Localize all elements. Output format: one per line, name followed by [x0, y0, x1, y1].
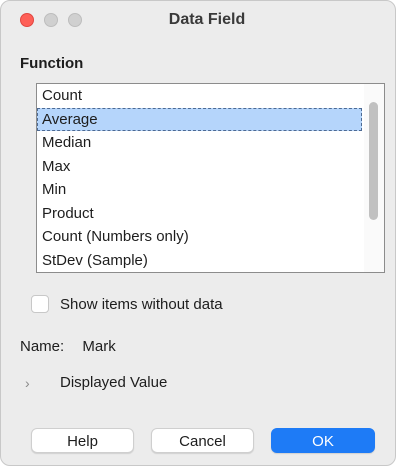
function-option-min[interactable]: Min — [37, 178, 362, 202]
displayed-value-label[interactable]: Displayed Value — [60, 374, 167, 391]
data-field-dialog: Data Field Function Count Average Median… — [0, 0, 396, 466]
function-listbox[interactable]: Count Average Median Max Min Product Cou… — [36, 83, 385, 273]
name-value: Mark — [82, 338, 116, 355]
title-bar: Data Field — [1, 1, 395, 41]
show-items-without-data-row[interactable]: Show items without data — [31, 292, 223, 316]
displayed-value-expander[interactable]: › Displayed Value — [25, 374, 167, 391]
name-row: Name: Mark — [20, 338, 116, 355]
name-label: Name: — [20, 338, 65, 355]
listbox-scrollbar[interactable] — [364, 84, 384, 272]
function-option-count-numbers-only[interactable]: Count (Numbers only) — [37, 225, 362, 249]
function-option-stdev-sample[interactable]: StDev (Sample) — [37, 249, 362, 273]
show-items-without-data-checkbox[interactable] — [31, 295, 49, 313]
function-option-product[interactable]: Product — [37, 202, 362, 226]
function-option-median[interactable]: Median — [37, 131, 362, 155]
function-option-average[interactable]: Average — [37, 107, 362, 131]
help-button[interactable]: Help — [31, 428, 134, 453]
function-section-label: Function — [20, 55, 84, 72]
chevron-right-icon[interactable]: › — [25, 375, 47, 391]
show-items-without-data-label: Show items without data — [60, 295, 223, 313]
ok-button[interactable]: OK — [271, 428, 375, 453]
cancel-button[interactable]: Cancel — [151, 428, 254, 453]
function-option-count[interactable]: Count — [37, 84, 362, 108]
scrollbar-thumb[interactable] — [369, 102, 378, 220]
function-option-max[interactable]: Max — [37, 155, 362, 179]
dialog-title: Data Field — [168, 11, 246, 28]
